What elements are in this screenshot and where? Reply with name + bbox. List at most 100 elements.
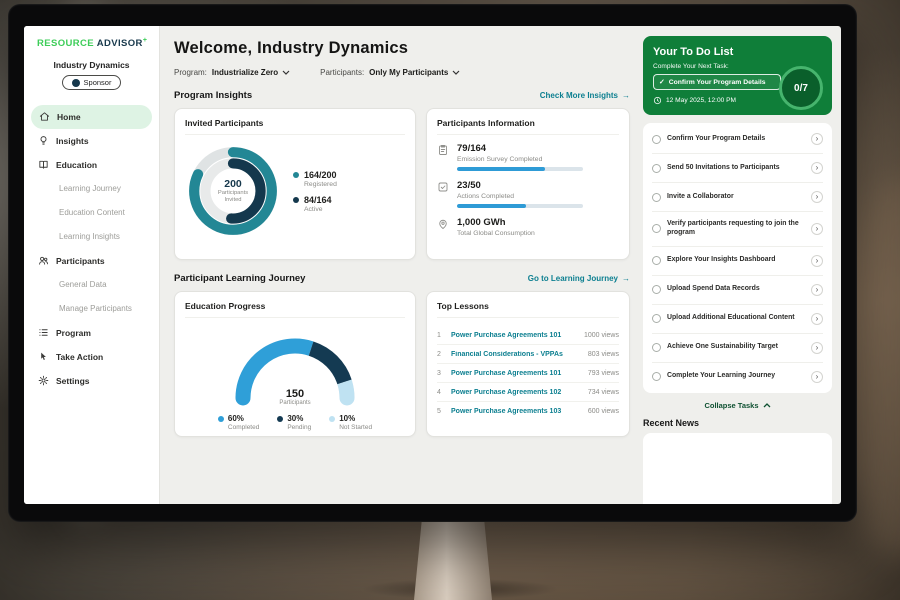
todo-hero-card: Your To Do List Complete Your Next Task:… [643,36,832,115]
task-label: Complete Your Learning Journey [667,372,805,381]
actions-icon [437,181,449,193]
take-action-icon [38,351,49,362]
lesson-link[interactable]: Financial Considerations - VPPAs [451,351,581,358]
check-more-insights-link[interactable]: Check More Insights → [540,91,630,100]
card-title: Invited Participants [185,118,405,135]
legend-value: 164/200 [304,170,337,180]
filter-bar: Program: Industrialize Zero Participants… [174,68,630,77]
sidebar-item-participants[interactable]: Participants [24,249,159,273]
task-label: Send 50 Invitations to Participants [667,164,805,173]
sidebar-item-education-content[interactable]: Education Content [24,201,159,225]
task-checkbox[interactable] [652,193,661,202]
sidebar-item-settings[interactable]: Settings [24,369,159,393]
task-row-invite-collaborator[interactable]: Invite a Collaborator› [652,183,823,212]
legend-label: Pending [287,424,311,431]
task-row-confirm-program[interactable]: Confirm Your Program Details › [652,125,823,154]
task-label: Verify participants requesting to join t… [667,220,805,238]
lesson-rank: 1 [437,332,444,339]
chevron-right-icon[interactable]: › [811,284,823,296]
lesson-link[interactable]: Power Purchase Agreements 101 [451,332,577,339]
legend-value: 10% [339,414,355,423]
arrow-right-icon: → [622,91,630,100]
program-filter-label: Program: [174,68,207,77]
lesson-rank: 5 [437,408,444,415]
progress-bar-fill [457,167,545,171]
sidebar-item-learning-insights[interactable]: Learning Insights [24,225,159,249]
task-row-achieve-target[interactable]: Achieve One Sustainability Target› [652,334,823,363]
sidebar-item-label: Take Action [56,352,103,362]
sidebar-item-label: Manage Participants [59,304,132,313]
legend-item-registered: 164/200 Registered [293,170,337,188]
lesson-link[interactable]: Power Purchase Agreements 103 [451,408,581,415]
stat-total-consumption: 1,000 GWh Total Global Consumption [437,217,619,237]
chevron-right-icon[interactable]: › [811,371,823,383]
survey-icon [437,144,449,156]
sidebar-item-education[interactable]: Education [24,153,159,177]
lesson-link[interactable]: Power Purchase Agreements 102 [451,389,581,396]
learning-journey-cards: Education Progress 150 [174,291,630,437]
sponsor-badge[interactable]: Sponsor [62,75,122,90]
task-checkbox[interactable] [652,224,661,233]
task-label: Confirm Your Program Details [667,135,805,144]
sidebar-item-label: Program [56,328,91,338]
task-row-verify-participants[interactable]: Verify participants requesting to join t… [652,212,823,247]
legend-dot [293,197,299,203]
task-checkbox[interactable] [652,343,661,352]
participants-filter[interactable]: Participants: Only My Participants [320,68,460,77]
sidebar-item-home[interactable]: Home [31,105,152,129]
task-row-upload-spend-data[interactable]: Upload Spend Data Records› [652,276,823,305]
chevron-right-icon[interactable]: › [811,133,823,145]
chevron-right-icon[interactable]: › [811,162,823,174]
lesson-row: 5 Power Purchase Agreements 103 600 view… [437,402,619,420]
chevron-right-icon[interactable]: › [811,342,823,354]
lesson-views: 793 views [588,370,619,377]
legend-item-completed: 60% Completed [218,414,259,431]
chevron-right-icon[interactable]: › [811,255,823,267]
lesson-rank: 3 [437,370,444,377]
chevron-right-icon[interactable]: › [811,223,823,235]
go-to-learning-journey-link[interactable]: Go to Learning Journey → [528,274,630,283]
participants-filter-value: Only My Participants [369,68,448,77]
program-filter-value: Industrialize Zero [212,68,278,77]
invited-participants-donut-chart: 200 Participants Invited [185,143,281,239]
next-task-label: Confirm Your Program Details [669,79,766,86]
progress-bar [457,167,583,171]
task-row-complete-learning-journey[interactable]: Complete Your Learning Journey › [652,363,823,391]
time-label: 12 May 2025, 12:00 PM [666,97,736,104]
task-row-explore-insights[interactable]: Explore Your Insights Dashboard› [652,247,823,276]
card-title: Education Progress [185,301,405,318]
app-logo: RESOURCE ADVISOR+ [24,37,159,49]
invited-participants-card: Invited Participants [174,108,416,260]
sidebar-item-learning-journey[interactable]: Learning Journey [24,177,159,201]
task-checkbox[interactable] [652,256,661,265]
task-checkbox[interactable] [652,164,661,173]
task-row-upload-educational-content[interactable]: Upload Additional Educational Content › [652,305,823,334]
sidebar-item-take-action[interactable]: Take Action [24,345,159,369]
lesson-row: 1 Power Purchase Agreements 101 1000 vie… [437,326,619,345]
link-label: Check More Insights [540,91,618,100]
chevron-right-icon[interactable]: › [811,191,823,203]
sidebar-item-program[interactable]: Program [24,321,159,345]
page-title: Welcome, Industry Dynamics [174,39,630,58]
legend-label: Active [304,206,332,213]
task-row-send-invitations[interactable]: Send 50 Invitations to Participants › [652,154,823,183]
sidebar-item-general-data[interactable]: General Data [24,273,159,297]
legend-label: Not Started [339,424,372,431]
task-label: Upload Additional Educational Content [667,314,805,323]
section-title: Program Insights [174,90,252,101]
task-checkbox[interactable] [652,314,661,323]
chevron-right-icon[interactable]: › [811,313,823,325]
next-task-pill[interactable]: ✓ Confirm Your Program Details [653,74,781,90]
section-title: Participant Learning Journey [174,273,305,284]
sidebar-item-manage-participants[interactable]: Manage Participants [24,297,159,321]
task-checkbox[interactable] [652,135,661,144]
education-icon [38,159,49,170]
participants-information-card: Participants Information 79/164 Emission… [426,108,630,260]
lesson-link[interactable]: Power Purchase Agreements 101 [451,370,581,377]
sidebar-item-insights[interactable]: Insights [24,129,159,153]
collapse-tasks-link[interactable]: Collapse Tasks [643,393,832,414]
task-checkbox[interactable] [652,285,661,294]
program-icon [38,327,49,338]
task-checkbox[interactable] [652,372,661,381]
program-filter[interactable]: Program: Industrialize Zero [174,68,290,77]
